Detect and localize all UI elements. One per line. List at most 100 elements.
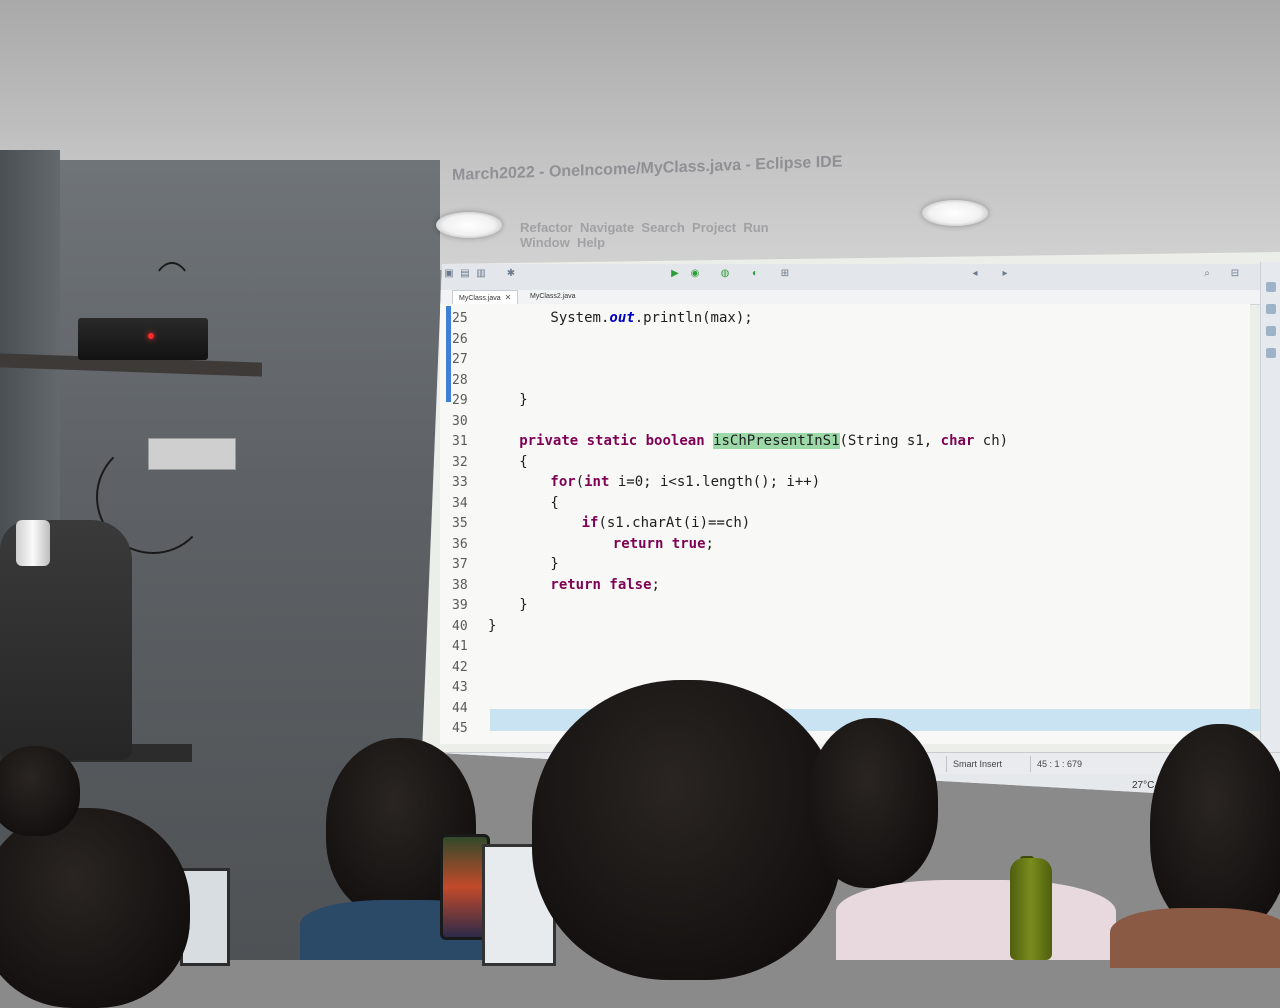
code-line[interactable]: 40}	[452, 616, 1252, 636]
code-editor[interactable]: 25 System.out.println(max); 26 27 28 29} 30 31 p…	[440, 304, 1280, 744]
code-token: }	[488, 617, 497, 634]
code-line[interactable]: 25 System.out.println(max);	[452, 308, 1252, 328]
task-view-icon[interactable]: ▭	[498, 781, 509, 793]
code-token: char	[940, 433, 975, 449]
line-number: 26	[452, 331, 468, 347]
problems-icon[interactable]	[1266, 326, 1276, 336]
code-line[interactable]: 39}	[452, 595, 1252, 615]
line-number: 32	[452, 454, 468, 470]
cursor-position: 45 : 1 : 679	[1030, 756, 1082, 772]
external-tools-icon[interactable]: ◍	[720, 269, 730, 279]
close-icon[interactable]: ✕	[505, 293, 512, 302]
tab-myclass2[interactable]: MyClass2.java	[524, 290, 582, 304]
code-line[interactable]: 34 {	[452, 493, 1252, 513]
code-line[interactable]: 27	[452, 349, 1252, 369]
menu-run[interactable]: Run	[743, 220, 768, 235]
audience-head	[0, 808, 190, 1008]
tab-label: MyClass2.java	[530, 293, 576, 300]
line-number: 31	[452, 434, 468, 449]
menu-search[interactable]: Search	[641, 220, 684, 235]
tab-label: MyClass.java	[459, 295, 501, 302]
code-text: }	[519, 390, 527, 410]
run-icon[interactable]: ▶	[670, 269, 680, 279]
menu-navigate[interactable]: Navigate	[580, 220, 634, 235]
navigate-back-icon[interactable]: ◂	[970, 269, 980, 279]
code-line[interactable]: 43	[452, 677, 1252, 697]
line-number: 35	[452, 516, 468, 531]
code-line[interactable]: 29}	[452, 390, 1252, 410]
start-search-icon[interactable]: ◯	[474, 781, 487, 793]
line-number: 33	[452, 475, 468, 490]
code-line[interactable]: 31 private static boolean isChPresentInS1…	[452, 431, 1252, 451]
menu-project[interactable]: Project	[692, 220, 736, 235]
code-token: }	[550, 556, 559, 572]
task-list-icon[interactable]	[1266, 304, 1276, 314]
outline-icon[interactable]	[1266, 282, 1276, 292]
code-line[interactable]: 30	[452, 411, 1252, 431]
green-bottle	[1010, 858, 1052, 960]
menu-help[interactable]: Help	[577, 235, 605, 250]
code-text: {	[519, 452, 527, 472]
perspective-icon[interactable]: ⊟	[1230, 269, 1240, 279]
code-token: }	[519, 597, 528, 613]
editor-tabbar: MyClass.java ✕ MyClass2.java	[440, 290, 1280, 305]
line-number: 30	[452, 413, 468, 429]
code-token: private static boolean	[519, 433, 714, 449]
code-line[interactable]: 41	[452, 636, 1252, 656]
line-number: 37	[452, 557, 468, 572]
code-line[interactable]: 36 return true;	[452, 534, 1252, 554]
highlighted-method-name: isChPresentInS1	[713, 433, 840, 449]
code-token: ;	[705, 535, 714, 552]
code-token: if	[581, 515, 599, 531]
projector	[78, 318, 208, 360]
line-number: 36	[452, 536, 468, 552]
change-marker	[446, 306, 451, 402]
new-class-icon[interactable]: ◐	[750, 269, 760, 279]
line-number: 45	[452, 721, 468, 736]
code-token: {	[550, 494, 559, 511]
open-type-icon[interactable]: ⊞	[780, 269, 790, 279]
menu-window[interactable]: Window	[520, 235, 570, 250]
code-token: System.	[550, 310, 610, 326]
code-line[interactable]: 28	[452, 370, 1252, 390]
code-token: for	[550, 474, 576, 490]
save-icon[interactable]: ▤	[460, 269, 470, 279]
line-number: 38	[452, 577, 468, 593]
code-line[interactable]: 44	[452, 698, 1252, 718]
code-line[interactable]: 26	[452, 329, 1252, 349]
code-line[interactable]: 38 return false;	[452, 575, 1252, 595]
line-number: 29	[452, 393, 468, 408]
menu-refactor[interactable]: Refactor	[520, 220, 573, 235]
navigate-forward-icon[interactable]: ▸	[1000, 269, 1010, 279]
projected-screen: ▣ ▤ ▥ ✱ ▶ ◉ ◍ ◐ ⊞ ◂ ▸ ⌕ ⊟ MyClass.java ✕ …	[422, 252, 1280, 800]
code-token: ch)	[974, 433, 1009, 449]
code-token: out	[609, 310, 635, 326]
file-explorer-icon[interactable]: ▰	[522, 781, 532, 793]
tab-myclass[interactable]: MyClass.java ✕	[452, 290, 519, 305]
code-line[interactable]: 37}	[452, 554, 1252, 574]
audience-head	[1150, 724, 1280, 934]
console-icon[interactable]	[1266, 348, 1276, 358]
line-number: 43	[452, 680, 468, 695]
code-token: .println(max);	[634, 310, 753, 326]
print-icon[interactable]: ▥	[476, 269, 486, 279]
code-text: private static boolean isChPresentInS1(S…	[519, 431, 1008, 451]
code-line[interactable]: 33 for(int i=0; i<s1.length(); i++)	[452, 472, 1252, 492]
new-file-icon[interactable]: ▣	[444, 269, 454, 279]
code-text: {	[550, 493, 558, 513]
ceiling-light-left	[436, 212, 502, 238]
search-icon[interactable]: ◉	[690, 269, 700, 279]
audience-head	[808, 718, 938, 888]
code-line[interactable]: 32 {	[452, 452, 1252, 472]
line-number: 28	[452, 372, 468, 388]
code-text: return true;	[613, 534, 714, 554]
code-token: return false	[550, 576, 652, 593]
projected-menu-bar: Refactor Navigate Search Project Run Win…	[520, 220, 820, 250]
debug-icon[interactable]: ✱	[506, 269, 516, 279]
line-number: 40	[452, 618, 468, 634]
code-line[interactable]: 35 if(s1.charAt(i)==ch)	[452, 513, 1252, 533]
audience-shoulder	[836, 880, 1116, 960]
code-line[interactable]: 42	[452, 657, 1252, 677]
quick-access-search-icon[interactable]: ⌕	[1202, 269, 1212, 279]
eclipse-toolbar: ▣ ▤ ▥ ✱ ▶ ◉ ◍ ◐ ⊞ ◂ ▸ ⌕ ⊟	[440, 264, 1280, 291]
